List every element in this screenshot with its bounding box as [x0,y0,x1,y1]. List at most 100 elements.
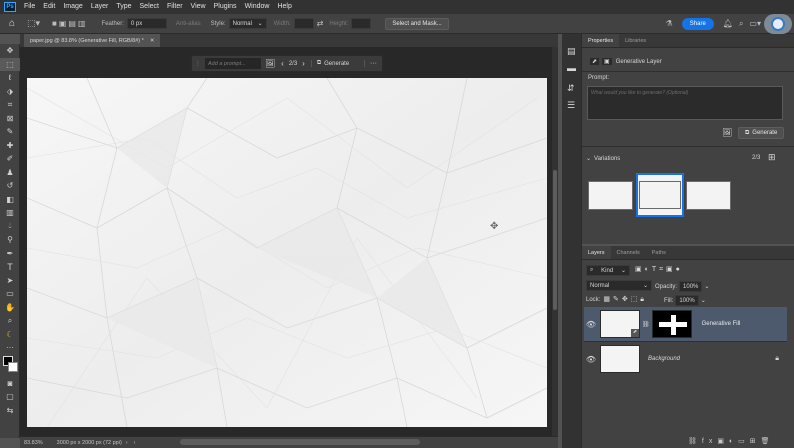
lasso-tool-icon[interactable]: ℓ [0,71,20,85]
menu-help[interactable]: Help [273,0,295,14]
drag-handle-icon[interactable]: ⋮ [195,60,201,67]
marquee-tool-icon[interactable]: ⬚ [0,57,20,71]
close-icon[interactable]: ✕ [150,38,155,44]
more-tools-icon[interactable]: ··· [0,341,20,355]
share-button[interactable]: Share [681,17,714,30]
layer-name-generative-fill[interactable]: Generative Fill [702,321,741,327]
stamp-tool-icon[interactable]: ♟ [0,166,20,180]
previous-variation-icon[interactable]: ‹ [281,59,284,68]
adjustments-panel-icon[interactable]: ⇵ [567,83,581,94]
menu-view[interactable]: View [187,0,210,14]
tab-paths[interactable]: Paths [646,246,672,259]
layer-row-background[interactable]: 👁︎ Background 🔒︎ [584,342,787,376]
comments-panel-icon[interactable]: ▬ [567,63,581,73]
visibility-eye-icon[interactable]: 👁︎ [584,320,598,329]
eyedropper-tool-icon[interactable]: ✎ [0,125,20,139]
context-generate-button[interactable]: ⧉ Generate [310,60,349,67]
pen-tool-icon[interactable]: ✒ [0,247,20,261]
eraser-tool-icon[interactable]: ◧ [0,193,20,207]
background-color-swatch[interactable] [8,361,18,372]
reference-image-icon[interactable]: 🖼︎ [265,59,275,68]
menu-plugins[interactable]: Plugins [210,0,241,14]
gradient-tool-icon[interactable]: ▥ [0,206,20,220]
variation-thumbnail-1[interactable] [588,181,633,210]
next-variation-icon[interactable]: › [302,59,305,68]
history-brush-icon[interactable]: ↺ [0,179,20,193]
menu-type[interactable]: Type [112,0,135,14]
status-arrow-icon[interactable]: › [126,440,128,446]
vertical-scroll-thumb[interactable] [553,170,557,310]
dodge-tool-icon[interactable]: ⚲ [0,233,20,247]
feather-input[interactable]: 0 px [126,18,167,29]
home-icon[interactable]: ⌂ [0,18,24,29]
shape-tool-icon[interactable]: ▭ [0,287,20,301]
document-canvas[interactable] [27,78,547,427]
blend-mode-select[interactable]: Normal ⌄ [586,280,652,291]
flask-icon[interactable]: ⚗ [663,19,676,28]
profile-avatar[interactable] [764,13,792,34]
grid-view-icon[interactable]: ⊞ [768,152,776,163]
horizontal-scroll-thumb[interactable] [180,439,420,445]
type-tool-icon[interactable]: T [0,260,20,274]
brush-tool-icon[interactable]: ✐ [0,152,20,166]
frame-tool-icon[interactable]: ⊠ [0,112,20,126]
quick-mask-icon[interactable]: ◙ [0,377,20,391]
height-input[interactable] [351,18,372,29]
zoom-tool-icon[interactable]: ⌕ [0,314,20,328]
select-and-mask-button[interactable]: Select and Mask... [385,17,449,30]
hand-tool-icon[interactable]: ✋ [0,301,20,315]
color-swatches-icon[interactable] [0,355,20,377]
visibility-eye-icon[interactable]: 👁︎ [584,355,598,364]
prompt-textarea[interactable]: What would you like to generate? (Option… [587,86,783,120]
history-panel-icon[interactable]: ▤ [567,46,581,57]
layer-name-background[interactable]: Background [648,356,680,362]
scroll-left-icon[interactable]: ‹ [134,440,136,446]
menu-select[interactable]: Select [136,0,163,14]
variations-header[interactable]: ⌄ Variations [586,155,620,163]
menu-window[interactable]: Window [241,0,274,14]
search-icon[interactable]: ⌕ [736,19,746,29]
marquee-tool-preset-icon[interactable]: ⬚▾ [24,18,43,29]
fill-input[interactable]: 100% [675,295,699,306]
opacity-input[interactable]: 100% [679,281,703,292]
menu-file[interactable]: File [20,0,39,14]
menu-layer[interactable]: Layer [87,0,113,14]
tab-channels[interactable]: Channels [611,246,646,259]
style-select[interactable]: Normal ⌄ [228,18,267,29]
workspace-icon[interactable]: ▭▾ [746,19,764,28]
crop-tool-icon[interactable]: ⌗ [0,98,20,112]
more-options-icon[interactable]: ··· [364,60,377,67]
variation-thumbnail-3[interactable] [686,181,731,210]
width-input[interactable] [293,18,314,29]
path-select-tool-icon[interactable]: ➤ [0,274,20,288]
lock-icon[interactable]: 🔒︎ [775,355,779,363]
photoshop-logo-icon[interactable]: Ps [4,2,16,12]
swap-icon[interactable]: ⇄ [314,19,327,28]
reference-image-button-icon[interactable]: 🖼︎ [722,128,732,137]
anti-alias-checkbox[interactable]: Anti-alias [173,21,204,27]
menu-image[interactable]: Image [59,0,86,14]
document-tab[interactable]: paper.jpg @ 83.8% (Generative Fill, RGB/… [24,34,161,47]
zoom-level[interactable]: 83.83% [24,440,43,446]
lock-options-icons[interactable]: ▦✎✥⬚🔒︎ [603,295,647,304]
screen-mode-icon[interactable]: ▢ [0,390,20,404]
chevron-down-icon[interactable]: ⌄ [704,283,709,290]
layer-comps-icon[interactable]: ☰ [567,100,581,111]
layer-filter-kind[interactable]: ⌕ Kind ⌄ [586,265,630,276]
variation-thumbnail-2[interactable] [636,173,684,217]
link-icon[interactable]: ⛓ [642,321,650,328]
context-prompt-input[interactable]: Add a prompt... [205,58,261,69]
tab-properties[interactable]: Properties [582,34,620,47]
menu-filter[interactable]: Filter [163,0,187,14]
generative-fill-icon[interactable]: ☾ [0,328,20,342]
move-tool-icon[interactable]: ✥ [0,44,20,58]
selection-mode-icons[interactable]: ■▣▤▥ [49,19,91,28]
tab-layers[interactable]: Layers [582,246,611,259]
layer-filter-icons[interactable]: ▣◐T⌗▣● [635,265,683,274]
healing-brush-icon[interactable]: ✚ [0,139,20,153]
layer-mask-thumbnail[interactable] [651,310,692,338]
layers-footer-icons[interactable]: ⛓fx▣◐▭⊞🗑︎ [688,437,775,445]
layer-row-generative-fill[interactable]: 👁︎ ⬈ ⛓ Generative Fill [584,307,787,341]
chevron-down-icon[interactable]: ⌄ [701,297,706,304]
blur-tool-icon[interactable]: 💧︎ [0,220,20,234]
